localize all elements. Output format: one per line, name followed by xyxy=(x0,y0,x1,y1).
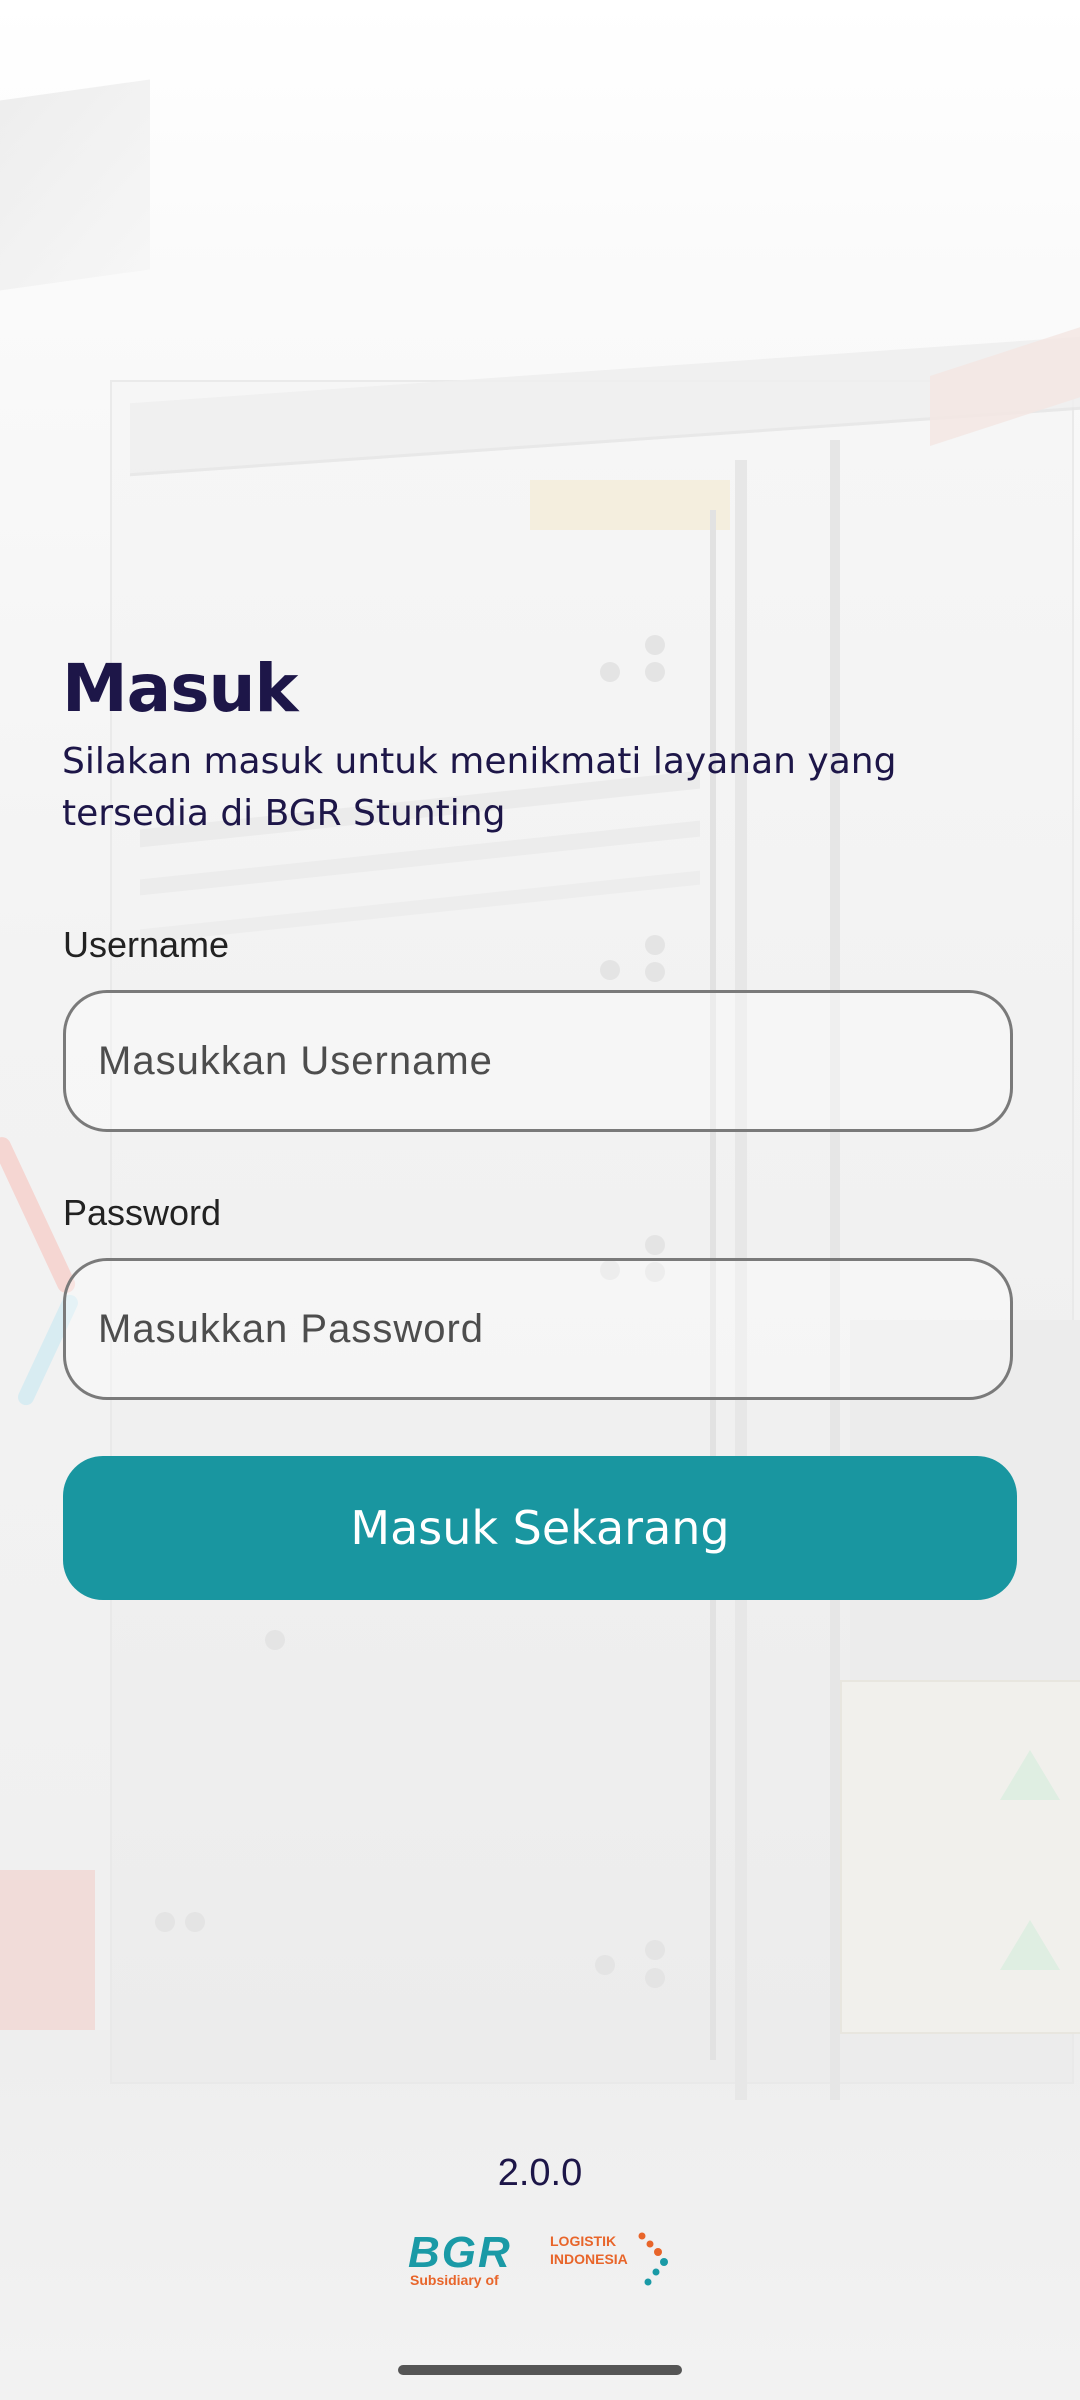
bg-bolt xyxy=(595,1955,615,1975)
bg-bolt xyxy=(600,960,620,980)
bg-roof-left xyxy=(0,79,150,291)
logo-indonesia-word: INDONESIA xyxy=(550,2251,628,2267)
logo-brand-text: BGR xyxy=(408,2228,512,2277)
bgr-logistik-logo: BGR Subsidiary of LOGISTIK INDONESIA xyxy=(408,2228,672,2292)
bg-cargo-arrow xyxy=(1000,1920,1060,1970)
username-input[interactable] xyxy=(63,990,1013,1132)
bg-yellow-accent xyxy=(530,480,730,530)
logo-dots-icon xyxy=(638,2232,668,2286)
password-input[interactable] xyxy=(63,1258,1013,1400)
username-label: Username xyxy=(63,924,230,965)
bg-bolt xyxy=(600,662,620,682)
bg-cargo-arrow xyxy=(1000,1750,1060,1800)
home-indicator[interactable] xyxy=(398,2365,682,2375)
bg-bolt xyxy=(645,962,665,982)
bg-bolt xyxy=(185,1912,205,1932)
login-submit-button[interactable]: Masuk Sekarang xyxy=(63,1456,1017,1600)
bg-bolt xyxy=(645,1235,665,1255)
bg-bolt xyxy=(645,635,665,655)
bg-bolt xyxy=(265,1630,285,1650)
bg-bolt xyxy=(645,1968,665,1988)
bg-red-block xyxy=(0,1870,95,2030)
bg-bolt xyxy=(645,662,665,682)
page-title: Masuk xyxy=(62,650,298,727)
password-label: Password xyxy=(63,1192,222,1233)
logo-logistik-word: LOGISTIK xyxy=(550,2233,617,2249)
logo-subsidiary-text: Subsidiary of xyxy=(410,2272,499,2288)
bg-ground xyxy=(0,2030,1080,2400)
logo-logistik-text: LOGISTIK INDONESIA xyxy=(550,2232,628,2268)
bg-bolt xyxy=(645,935,665,955)
page-subtitle: Silakan masuk untuk menikmati layanan ya… xyxy=(62,741,897,834)
bg-cargo xyxy=(840,1680,1080,2034)
bg-bolt xyxy=(155,1912,175,1932)
app-version: 2.0.0 xyxy=(497,2152,583,2194)
bg-bolt xyxy=(645,1940,665,1960)
